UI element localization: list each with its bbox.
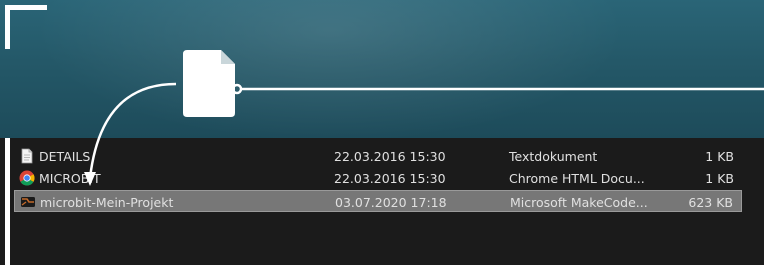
file-icon [183,50,235,117]
curved-arrow-icon [84,82,177,186]
connector-line [231,83,764,95]
overlay-graphics [84,50,764,186]
